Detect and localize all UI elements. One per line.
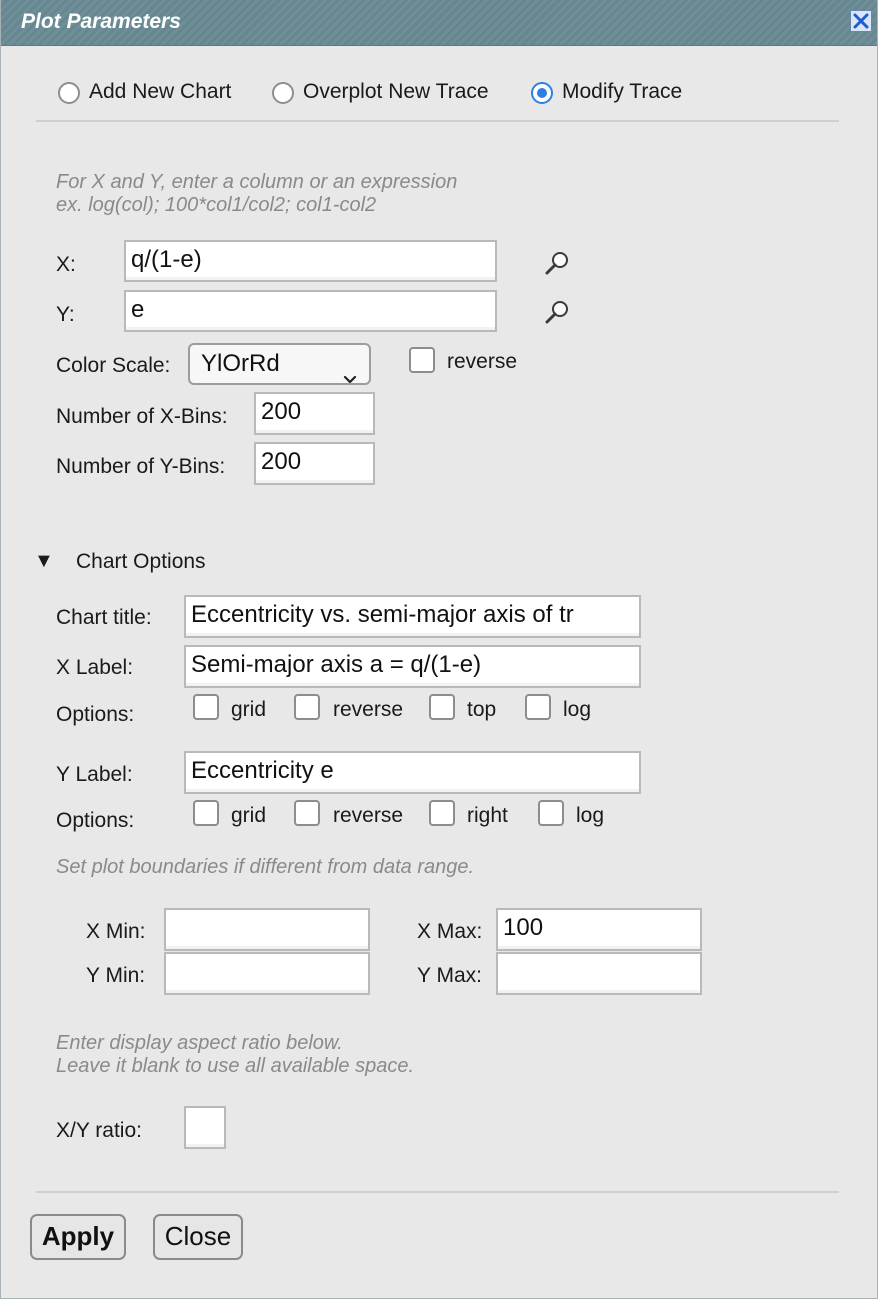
y-label-label: Y Label:: [56, 763, 133, 786]
y-min-input[interactable]: [164, 952, 370, 995]
y-field-label: Y:: [56, 303, 75, 326]
x-magnifier-icon[interactable]: [544, 249, 572, 282]
xy-hint-line-2: ex. log(col); 100*col1/col2; col1-col2: [56, 194, 377, 216]
x-max-input[interactable]: 100: [496, 908, 702, 951]
y-grid-label: grid: [231, 804, 267, 827]
x-reverse-checkbox[interactable]: [294, 694, 320, 720]
x-label-label: X Label:: [56, 656, 134, 679]
x-bins-input[interactable]: 200: [254, 392, 375, 435]
y-right-label: right: [467, 804, 508, 827]
y-log-checkbox[interactable]: [538, 800, 564, 826]
radio-overplot-new-trace[interactable]: [272, 82, 294, 104]
x-top-label: top: [467, 698, 497, 721]
close-button[interactable]: Close: [153, 1214, 243, 1260]
y-magnifier-icon[interactable]: [544, 298, 572, 331]
color-scale-label: Color Scale:: [56, 354, 171, 377]
x-field-label: X:: [56, 253, 76, 276]
x-expression-input[interactable]: q/(1-e): [124, 240, 497, 282]
chart-options-heading[interactable]: Chart Options: [76, 550, 206, 574]
chevron-down-icon: [343, 359, 357, 396]
aspect-ratio-input[interactable]: [184, 1106, 226, 1149]
color-scale-reverse-label: reverse: [447, 350, 518, 373]
x-log-label: log: [563, 698, 592, 721]
y-reverse-checkbox[interactable]: [294, 800, 320, 826]
y-min-label: Y Min:: [86, 964, 146, 987]
x-max-label: X Max:: [417, 920, 483, 943]
y-options-label: Options:: [56, 809, 135, 832]
x-bins-label: Number of X-Bins:: [56, 405, 228, 428]
chart-title-input[interactable]: Eccentricity vs. semi-major axis of tr: [184, 595, 641, 638]
xy-hint-line-1: For X and Y, enter a column or an expres…: [56, 171, 458, 193]
plot-parameters-dialog: Plot Parameters Add New Chart Overplot N…: [0, 0, 878, 1299]
chart-title-label: Chart title:: [56, 606, 152, 629]
x-options-label: Options:: [56, 703, 135, 726]
y-label-input[interactable]: Eccentricity e: [184, 751, 641, 794]
y-grid-checkbox[interactable]: [193, 800, 219, 826]
y-max-input[interactable]: [496, 952, 702, 995]
x-label-input[interactable]: Semi-major axis a = q/(1-e): [184, 645, 641, 688]
radio-modify-trace-label: Modify Trace: [562, 80, 683, 103]
y-expression-input[interactable]: e: [124, 290, 497, 332]
aspect-hint-line-2: Leave it blank to use all available spac…: [56, 1055, 415, 1077]
close-icon[interactable]: [850, 10, 872, 32]
x-reverse-label: reverse: [333, 698, 404, 721]
chart-options-toggle-icon[interactable]: ▼: [34, 550, 54, 573]
color-scale-reverse-checkbox[interactable]: [409, 347, 435, 373]
dialog-title: Plot Parameters: [21, 10, 181, 33]
title-bar[interactable]: Plot Parameters: [1, 0, 877, 46]
y-log-label: log: [576, 804, 605, 827]
x-log-checkbox[interactable]: [525, 694, 551, 720]
color-scale-value: YlOrRd: [201, 350, 280, 377]
color-scale-select[interactable]: YlOrRd: [188, 343, 371, 385]
aspect-ratio-label: X/Y ratio:: [56, 1119, 142, 1142]
y-max-label: Y Max:: [417, 964, 482, 987]
bounds-hint: Set plot boundaries if different from da…: [56, 856, 475, 878]
x-min-input[interactable]: [164, 908, 370, 951]
y-reverse-label: reverse: [333, 804, 404, 827]
x-top-checkbox[interactable]: [429, 694, 455, 720]
y-bins-input[interactable]: 200: [254, 442, 375, 485]
aspect-hint-line-1: Enter display aspect ratio below.: [56, 1032, 343, 1054]
y-right-checkbox[interactable]: [429, 800, 455, 826]
divider-bottom: [36, 1191, 839, 1193]
y-bins-label: Number of Y-Bins:: [56, 455, 226, 478]
radio-add-new-chart-label: Add New Chart: [89, 80, 232, 103]
apply-button[interactable]: Apply: [30, 1214, 126, 1260]
radio-add-new-chart[interactable]: [58, 82, 80, 104]
x-grid-checkbox[interactable]: [193, 694, 219, 720]
x-min-label: X Min:: [86, 920, 146, 943]
x-grid-label: grid: [231, 698, 267, 721]
radio-overplot-new-trace-label: Overplot New Trace: [303, 80, 489, 103]
radio-modify-trace[interactable]: [531, 82, 553, 104]
divider-top: [36, 120, 839, 122]
